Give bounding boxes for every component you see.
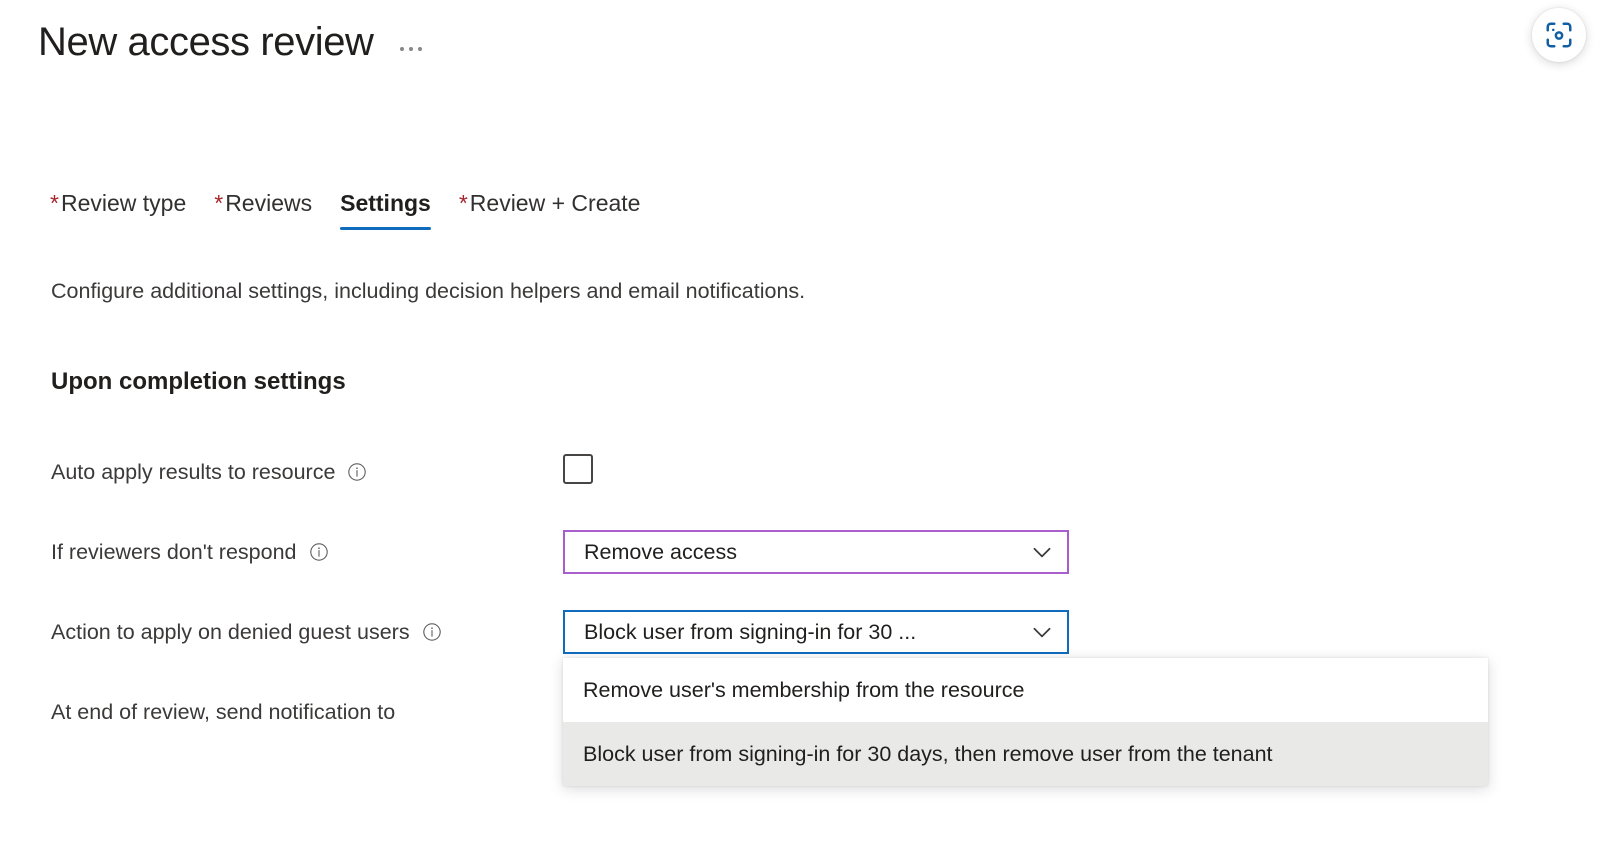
dropdown-selected-value: Remove access	[584, 540, 1029, 565]
dropdown-selected-value: Block user from signing-in for 30 ...	[584, 620, 1029, 645]
no-response-action-dropdown[interactable]: Remove access	[563, 530, 1069, 574]
dropdown-option-label: Block user from signing-in for 30 days, …	[583, 742, 1273, 767]
info-icon[interactable]	[347, 462, 367, 482]
chevron-down-icon	[1029, 539, 1055, 565]
ellipsis-dot	[418, 47, 422, 51]
dropdown-option-block-user[interactable]: Block user from signing-in for 30 days, …	[563, 722, 1488, 786]
auto-apply-checkbox[interactable]	[563, 454, 593, 484]
dropdown-option-remove-membership[interactable]: Remove user's membership from the resour…	[563, 658, 1488, 722]
field-label: At end of review, send notification to	[51, 690, 395, 734]
denied-guest-action-dropdown-menu: Remove user's membership from the resour…	[563, 658, 1488, 786]
chevron-down-icon	[1029, 619, 1055, 645]
field-label: Auto apply results to resource	[51, 450, 367, 494]
form-row-no-response: If reviewers don't respond Remove access	[51, 530, 1551, 610]
control-slot: Remove access	[563, 530, 1069, 574]
field-label: If reviewers don't respond	[51, 530, 329, 574]
active-tab-indicator	[340, 227, 431, 230]
field-label-text: At end of review, send notification to	[51, 700, 395, 725]
tab-label: Review + Create	[470, 190, 641, 216]
tab-reviews[interactable]: *Reviews	[200, 190, 326, 230]
section-heading-upon-completion: Upon completion settings	[51, 368, 346, 396]
ellipsis-dot	[409, 47, 413, 51]
control-slot: Block user from signing-in for 30 ...	[563, 610, 1069, 654]
ellipsis-dot	[400, 47, 404, 51]
wizard-tabs: *Review type *Reviews Settings *Review +…	[36, 190, 654, 230]
tab-settings[interactable]: Settings	[326, 190, 445, 230]
screenshot-capture-icon	[1544, 20, 1574, 50]
tab-label: Reviews	[225, 190, 312, 216]
screenshot-capture-button[interactable]	[1532, 8, 1586, 62]
dropdown-option-label: Remove user's membership from the resour…	[583, 678, 1024, 703]
field-label-text: Action to apply on denied guest users	[51, 620, 410, 645]
tab-review-create[interactable]: *Review + Create	[445, 190, 655, 230]
required-asterisk: *	[459, 190, 468, 216]
field-label-text: If reviewers don't respond	[51, 540, 297, 565]
more-options-icon[interactable]	[396, 39, 426, 59]
field-label: Action to apply on denied guest users	[51, 610, 442, 654]
tab-review-type[interactable]: *Review type	[36, 190, 200, 230]
info-icon[interactable]	[422, 622, 442, 642]
page-header: New access review	[38, 18, 426, 66]
info-icon[interactable]	[309, 542, 329, 562]
control-slot	[563, 450, 593, 484]
tab-label: Settings	[340, 190, 431, 216]
required-asterisk: *	[50, 190, 59, 216]
page-title: New access review	[38, 18, 374, 66]
form-row-auto-apply: Auto apply results to resource	[51, 450, 1551, 530]
required-asterisk: *	[214, 190, 223, 216]
field-label-text: Auto apply results to resource	[51, 460, 335, 485]
denied-guest-action-dropdown[interactable]: Block user from signing-in for 30 ...	[563, 610, 1069, 654]
tab-label: Review type	[61, 190, 186, 216]
tab-description: Configure additional settings, including…	[51, 277, 805, 306]
